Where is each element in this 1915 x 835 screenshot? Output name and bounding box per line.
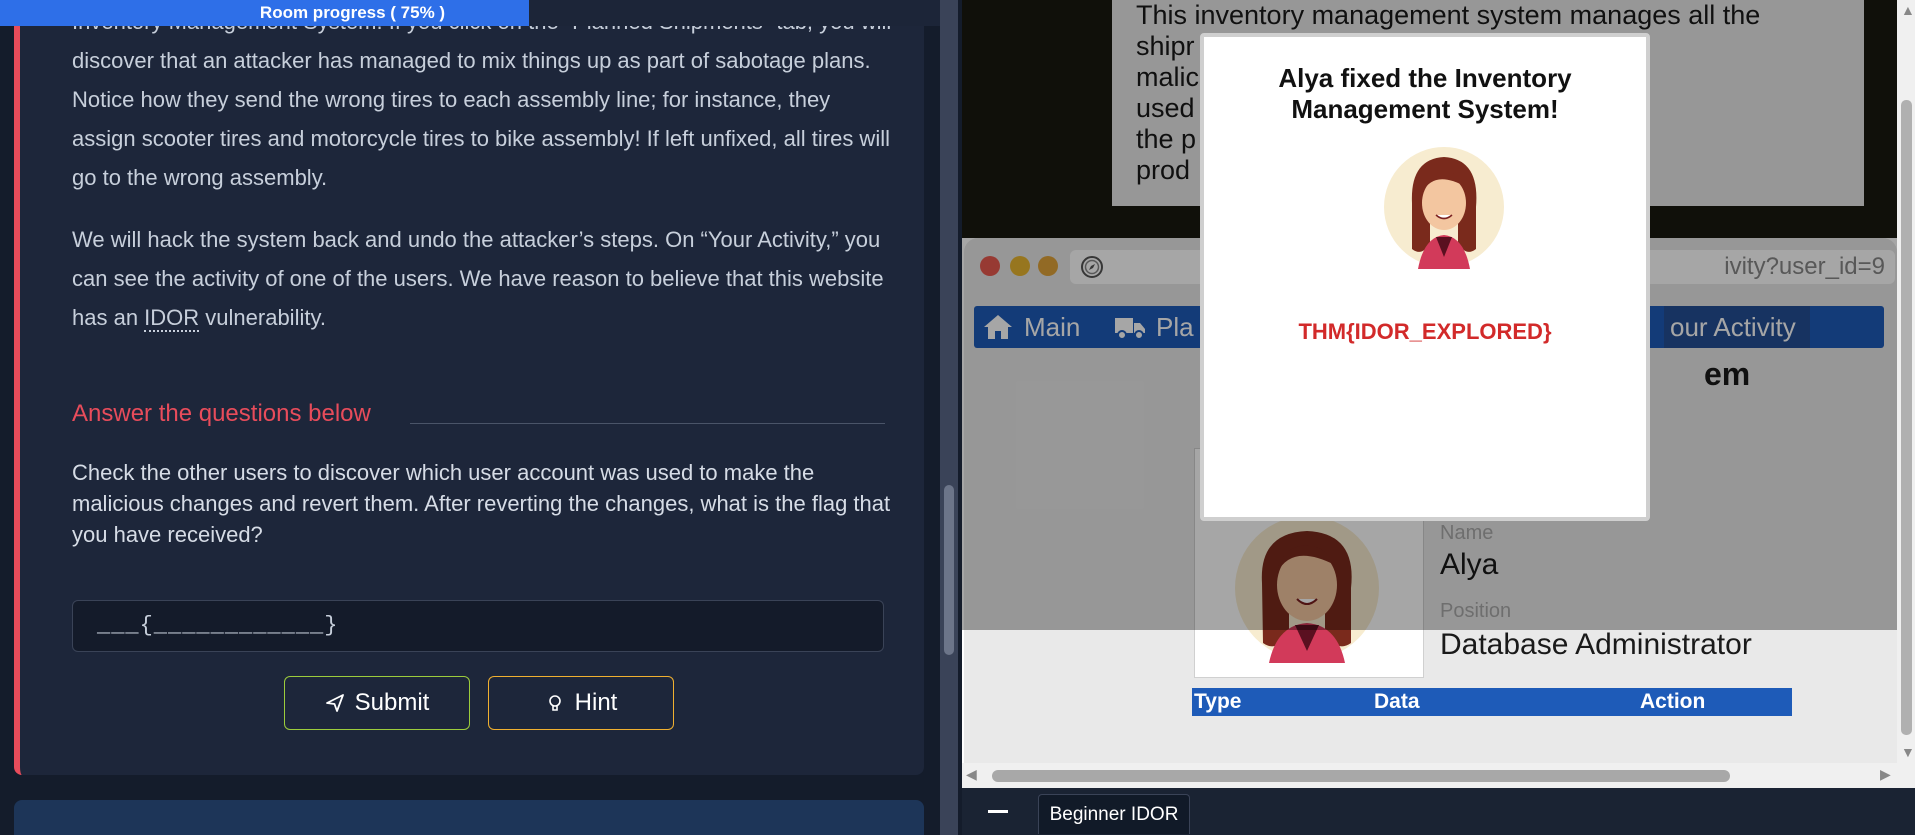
lightbulb-icon xyxy=(548,695,561,711)
task-paragraph-2: We will hack the system back and undo th… xyxy=(72,220,892,337)
answer-heading: Answer the questions below xyxy=(72,400,371,427)
task-paragraph-1: Inventory Management System. If you clic… xyxy=(72,9,891,190)
task-card: Inventory Management System. If you clic… xyxy=(14,0,924,775)
left-scrollbar-thumb[interactable] xyxy=(944,485,954,655)
flag-text: THM{IDOR_EXPLORED} xyxy=(1298,319,1552,344)
vm-vertical-scrollbar-thumb[interactable] xyxy=(1901,100,1912,735)
column-header-action: Action xyxy=(1640,690,1706,713)
send-icon xyxy=(325,694,344,712)
left-scrollbar[interactable] xyxy=(940,0,958,835)
scroll-left-arrow-icon[interactable]: ◀ xyxy=(966,766,977,783)
submit-label: Submit xyxy=(354,689,430,716)
column-header-type: Type xyxy=(1194,690,1242,713)
scroll-up-arrow-icon[interactable]: ▲ xyxy=(1901,2,1915,18)
hint-label: Hint xyxy=(574,689,618,716)
task-pane: Inventory Management System. If you clic… xyxy=(0,0,940,835)
taskbar-tab[interactable]: Beginner IDOR xyxy=(1038,794,1190,834)
vm-horizontal-scrollbar-thumb[interactable] xyxy=(992,770,1730,782)
user-avatar xyxy=(1384,147,1504,269)
paragraph-text: vulnerability. xyxy=(199,305,326,330)
room-progress-bar: Room progress ( 75% ) xyxy=(0,0,940,26)
scroll-right-arrow-icon[interactable]: ▶ xyxy=(1880,766,1891,783)
progress-label: Room progress ( 75% ) xyxy=(259,3,446,22)
activity-table-header: Type Data Action xyxy=(1192,688,1792,716)
hint-button[interactable]: Hint xyxy=(488,676,674,730)
next-task-card[interactable] xyxy=(14,800,924,835)
submit-button[interactable]: Submit xyxy=(284,676,470,730)
user-position: Database Administrator xyxy=(1440,628,1752,661)
question-text: Check the other users to discover which … xyxy=(72,460,891,547)
column-header-data: Data xyxy=(1374,690,1420,713)
vm-screen[interactable]: This inventory management system manages… xyxy=(962,0,1915,788)
modal-title: Alya fixed the Inventory Management Syst… xyxy=(1204,63,1646,125)
vm-taskbar: Beginner IDOR xyxy=(962,788,1915,835)
answer-input[interactable]: ___{____________} xyxy=(72,600,884,652)
minimize-icon[interactable] xyxy=(988,810,1008,813)
scroll-down-arrow-icon[interactable]: ▼ xyxy=(1901,744,1915,760)
modal-title-line: Management System! xyxy=(1291,94,1559,124)
idor-abbreviation[interactable]: IDOR xyxy=(144,305,200,332)
divider xyxy=(410,423,885,424)
success-modal: Alya fixed the Inventory Management Syst… xyxy=(1200,33,1650,521)
modal-title-line: Alya fixed the Inventory xyxy=(1278,63,1572,93)
